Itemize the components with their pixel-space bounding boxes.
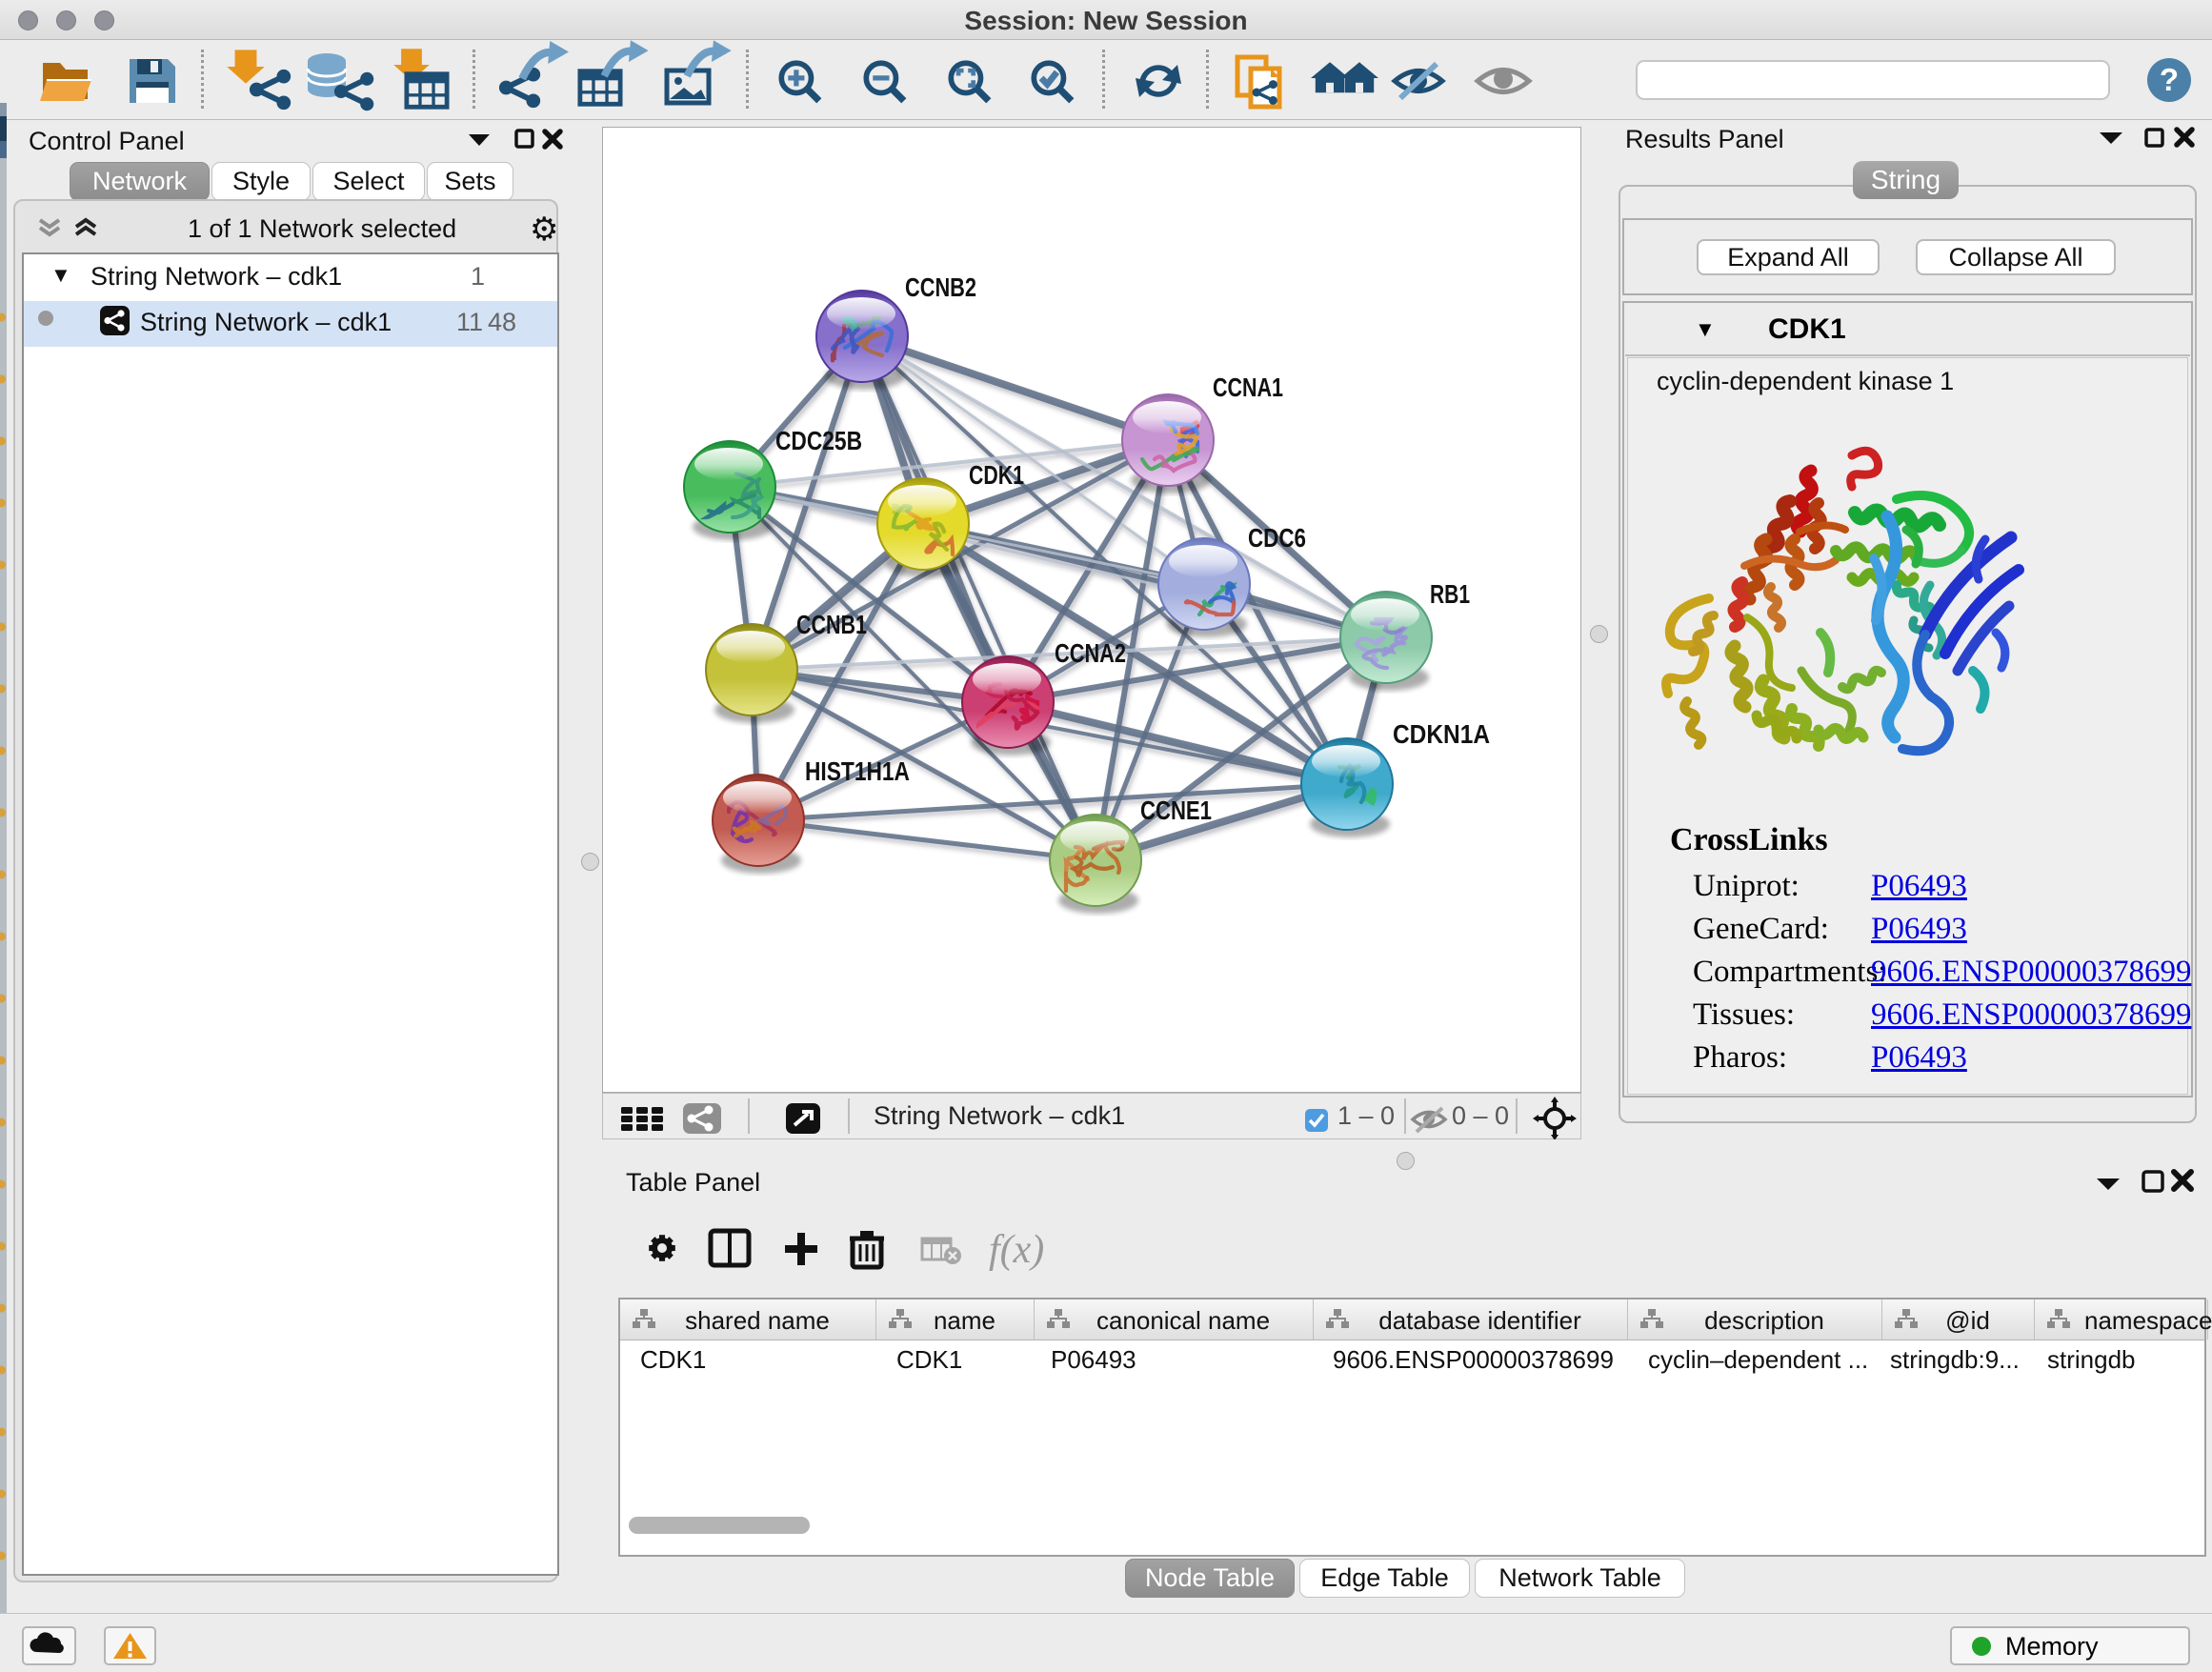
svg-text:CCNB2: CCNB2 bbox=[905, 272, 976, 302]
svg-text:CDK1: CDK1 bbox=[969, 460, 1024, 490]
svg-text:String Network – cdk1: String Network – cdk1 bbox=[874, 1101, 1125, 1130]
svg-text:CDC6: CDC6 bbox=[1248, 523, 1306, 553]
svg-text:CCNB1: CCNB1 bbox=[796, 610, 867, 639]
svg-text:CDC25B: CDC25B bbox=[775, 426, 862, 455]
svg-text:CCNE1: CCNE1 bbox=[1140, 796, 1212, 825]
svg-text:f(x): f(x) bbox=[989, 1228, 1044, 1272]
svg-text:0 – 0: 0 – 0 bbox=[1452, 1101, 1509, 1130]
svg-text:CDKN1A: CDKN1A bbox=[1393, 719, 1490, 749]
svg-text:RB1: RB1 bbox=[1430, 579, 1470, 609]
svg-text:CCNA1: CCNA1 bbox=[1213, 373, 1283, 402]
svg-text:HIST1H1A: HIST1H1A bbox=[805, 756, 910, 786]
svg-text:CCNA2: CCNA2 bbox=[1055, 638, 1126, 668]
svg-text:1 – 0: 1 – 0 bbox=[1337, 1101, 1395, 1130]
